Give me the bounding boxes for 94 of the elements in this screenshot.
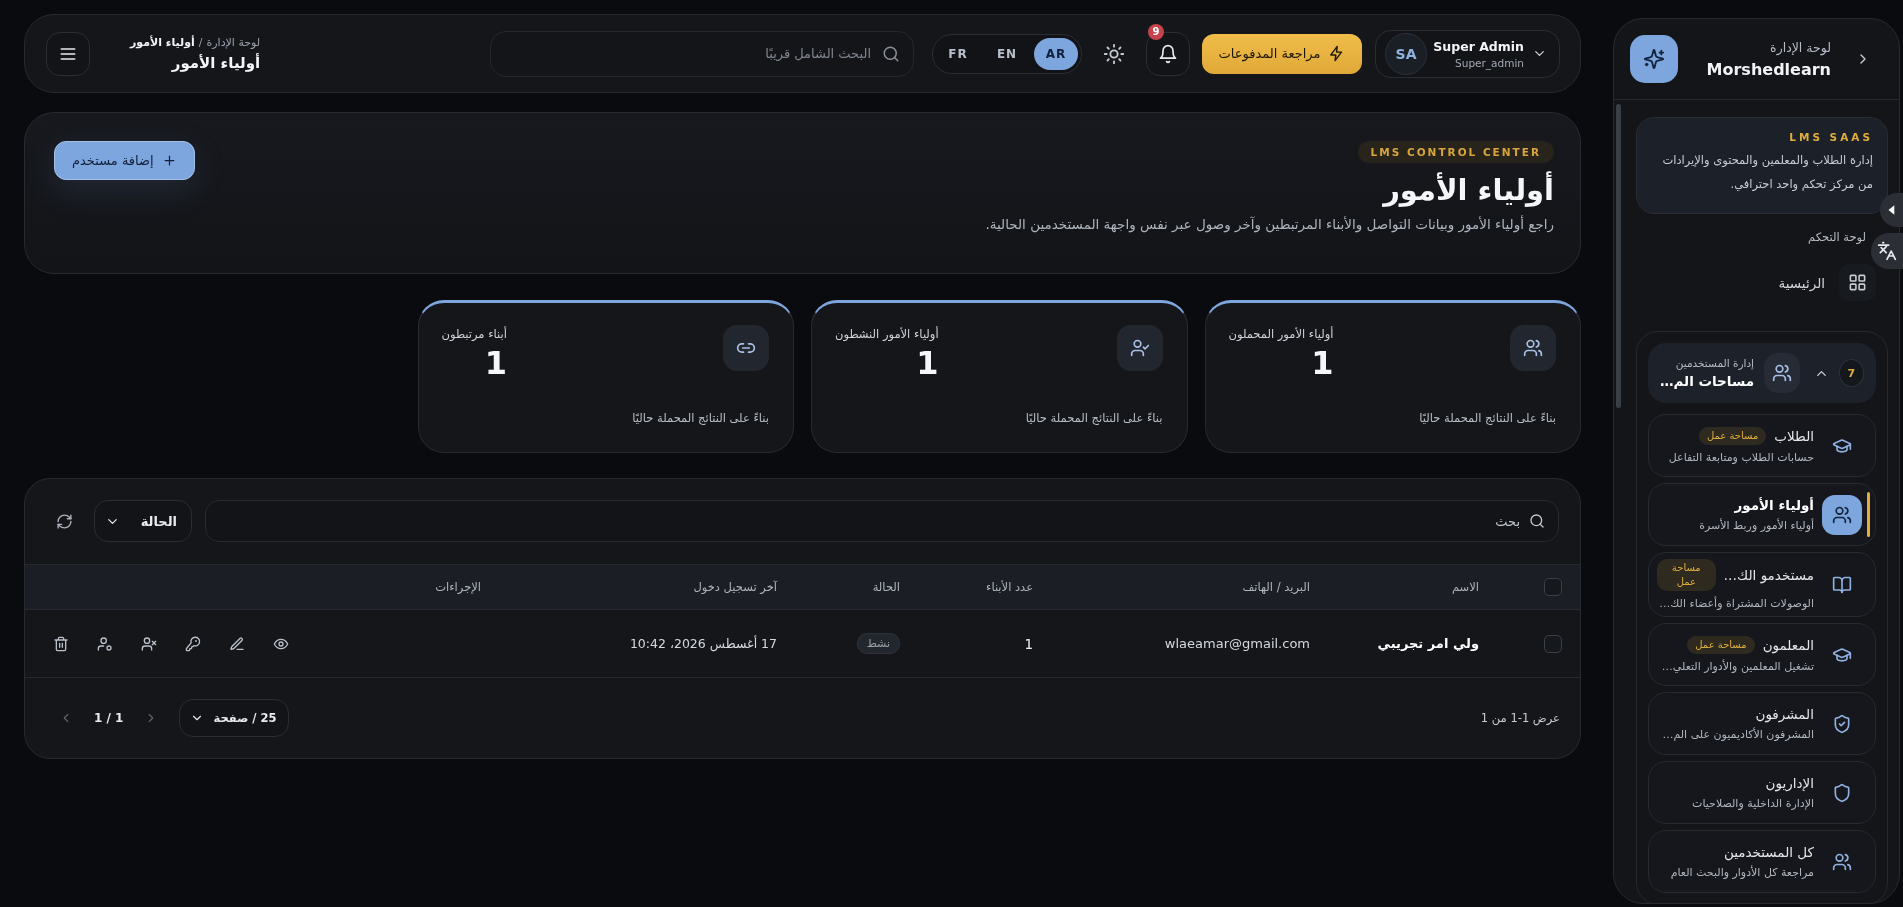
search-icon: [882, 44, 900, 63]
stat-note: بناءً على النتائج المحملة حاليًا: [631, 411, 769, 425]
status-filter[interactable]: الحالة: [94, 500, 192, 542]
stat-label: أبناء مرتبطون: [441, 327, 507, 341]
payments-review-button[interactable]: مراجعة المدفوعات: [1202, 33, 1362, 74]
stat-value: 1: [484, 347, 507, 379]
column-header: آخر تسجيل دخول: [693, 580, 777, 594]
edit-button[interactable]: [229, 635, 245, 652]
pagination-summary: عرض 1-1 من 1: [1480, 711, 1560, 725]
nav-item[interactable]: مستخدمو الك… مساحة عمل الوصولات المشتراة وأعضاء الك…: [1648, 552, 1876, 617]
refresh-icon: [56, 512, 73, 530]
row-checkbox[interactable]: [1544, 634, 1562, 653]
stat-value: 1: [1311, 347, 1334, 379]
section-label: لوحة التحكم: [1808, 230, 1866, 244]
sparkle-icon: [1630, 35, 1678, 83]
stat-note: بناءً على النتائج المحملة حاليًا: [1418, 411, 1556, 425]
table-cell: 17 أغسطس 2026، 10:42: [629, 636, 777, 651]
refresh-button[interactable]: [56, 512, 73, 530]
sun-icon: [1103, 42, 1125, 65]
workspace-badge: مساحة عمل: [1687, 636, 1755, 654]
translate-icon: [1877, 241, 1897, 261]
stat-label: أولياء الأمور النشطون: [835, 327, 939, 341]
table-cell: ولي امر تجريبي: [1377, 636, 1479, 651]
breadcrumb-current: أولياء الأمور: [130, 35, 195, 49]
users-icon: [1510, 325, 1556, 371]
user-avatar: SA: [1385, 32, 1427, 75]
search-icon: [1529, 513, 1545, 529]
book-icon: [1832, 574, 1852, 595]
shield-check-icon: [1832, 713, 1852, 734]
language-option[interactable]: FR: [936, 37, 980, 70]
status-badge: نشط: [856, 633, 900, 654]
table-search-field[interactable]: بحث: [205, 500, 1559, 542]
stat-label: أولياء الأمور المحملون: [1228, 327, 1334, 341]
plus-icon: [161, 153, 177, 168]
page-indicator: 1 / 1: [94, 711, 124, 725]
language-option[interactable]: EN: [985, 37, 1029, 70]
nav-item[interactable]: الرئيسية: [1636, 264, 1888, 301]
breadcrumb-separator: /: [198, 35, 203, 49]
bell-icon: [1158, 43, 1178, 64]
hero-description: راجع أولياء الأمور وبيانات التواصل والأبناء المرتبطين وآخر وصول عبر نفس واجهة المستخدمين الحالية.: [985, 216, 1554, 232]
active-indicator: [1867, 492, 1870, 537]
add-user-button[interactable]: إضافة مستخدم: [54, 141, 195, 180]
nav-item[interactable]: كل المستخدمين مراجعة كل الأدوار والبحث العام: [1648, 830, 1876, 893]
table-cell: wlaeamar@gmail.com: [1164, 636, 1310, 651]
nav-item[interactable]: الطلاب مساحة عمل حسابات الطلاب ومتابعة التفاعل: [1648, 414, 1876, 477]
language-option[interactable]: AR: [1034, 37, 1078, 70]
user-x-icon: [141, 635, 157, 652]
column-header: الاسم: [1451, 580, 1479, 594]
nav-item[interactable]: أولياء الأمور أولياء الأمور وربط الأسرة: [1648, 483, 1876, 546]
users-icon: [1764, 353, 1800, 393]
stat-note: بناءً على النتائج المحملة حاليًا: [1024, 411, 1163, 425]
nav-item[interactable]: المشرفون المشرفون الأكاديميون على الم…: [1648, 692, 1876, 755]
menu-button[interactable]: [46, 31, 90, 76]
key-icon: [185, 635, 201, 652]
pen-icon: [229, 635, 245, 652]
delete-button[interactable]: [53, 635, 69, 652]
workspace-badge: مساحة عمل: [1657, 559, 1716, 591]
users-icon: [1832, 851, 1852, 872]
remove-user-button[interactable]: [141, 635, 157, 652]
page-title: أولياء الأمور: [171, 53, 261, 72]
trash-icon: [53, 635, 69, 652]
user-button[interactable]: [97, 635, 113, 652]
grid-icon: [1839, 264, 1876, 301]
key-button[interactable]: [185, 635, 201, 652]
column-header: البريد / الهاتف: [1242, 580, 1310, 594]
search-field[interactable]: البحث الشامل قريبًا: [490, 30, 914, 77]
workspace-badge: مساحة عمل: [1698, 427, 1767, 445]
scrollbar-thumb[interactable]: [1616, 104, 1621, 408]
shield-icon: [1832, 782, 1852, 803]
column-header: الإجراءات: [435, 580, 481, 594]
page-size-select[interactable]: 25 / صفحة: [179, 699, 290, 737]
info-card-label: LMS SAAS: [1788, 131, 1873, 143]
link-icon: [723, 325, 769, 371]
users-icon: [1822, 494, 1862, 535]
nav-item[interactable]: الإداريون الإدارة الداخلية والصلاحيات: [1648, 761, 1876, 824]
hero-title: أولياء الأمور: [1383, 173, 1554, 207]
breadcrumb-link[interactable]: لوحة الإدارة: [206, 35, 261, 49]
stat-value: 1: [916, 347, 939, 379]
theme-toggle[interactable]: [1103, 42, 1125, 65]
user-check-icon: [1116, 325, 1163, 371]
nav-item[interactable]: المعلمون مساحة عمل تشغيل المعلمين والأدوار التعلي…: [1648, 623, 1876, 686]
notification-badge: 9: [1148, 23, 1164, 40]
info-card-text: إدارة الطلاب والمعلمين والمحتوى والإيرادات من مركز تحكم واحد احترافي.: [1661, 152, 1873, 193]
user-ring-icon: [97, 635, 113, 652]
user-menu[interactable]: Super Admin Super_admin SA: [1375, 29, 1560, 78]
select-all-checkbox[interactable]: [1544, 578, 1562, 596]
brand-subtitle: لوحة الإدارة: [1770, 39, 1831, 55]
column-header: الحالة: [872, 580, 900, 594]
count-badge: 7: [1838, 359, 1864, 387]
translate-button[interactable]: [1871, 233, 1903, 269]
column-header: عدد الأبناء: [986, 580, 1033, 594]
section-tag: LMS CONTROL CENTER: [1357, 141, 1554, 163]
table-cell: 1: [1024, 635, 1033, 652]
brand-name: Morshedlearn: [1706, 59, 1831, 79]
